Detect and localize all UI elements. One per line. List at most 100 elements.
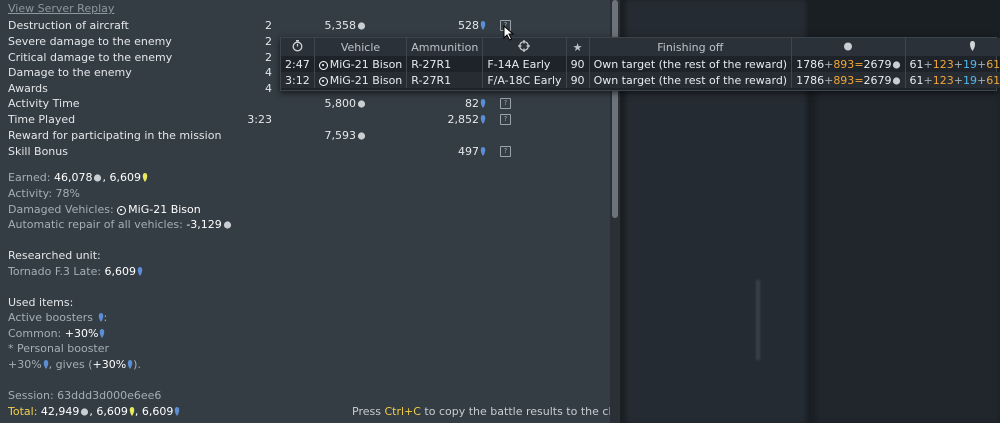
vehicle-cell: MiG-21 Bison bbox=[314, 56, 408, 72]
silver-lion-icon bbox=[357, 22, 366, 30]
reward-rp: 528 bbox=[400, 19, 486, 32]
active-boosters-label: Active boosters bbox=[8, 311, 97, 324]
table-row: 3:12 MiG-21 Bison R-27R1 F/A-18C Early 9… bbox=[281, 72, 1000, 88]
damaged-vehicles-line: Damaged Vehicles: MiG-21 Bison bbox=[8, 203, 201, 218]
scrollbar[interactable] bbox=[612, 0, 618, 218]
reward-rp: 497 bbox=[400, 145, 486, 158]
researched-unit: Tornado F.3 Late: bbox=[8, 265, 105, 278]
used-items-title: Used items: bbox=[8, 296, 74, 309]
personal-value: +30% bbox=[8, 358, 42, 371]
common-booster-line: Common: +30% bbox=[8, 327, 105, 342]
ammo-cell: R-27R1 bbox=[406, 72, 484, 88]
damaged-vehicle: MiG-21 Bison bbox=[128, 203, 201, 216]
reward-silver: 5,358 bbox=[280, 19, 366, 32]
session-id: Session: 63ddd3d000e6ee6 bbox=[8, 389, 162, 402]
reward-label: Skill Bonus bbox=[8, 145, 68, 158]
researched-unit-line: Tornado F.3 Late: 6,609 bbox=[8, 265, 143, 280]
finishing-column-header: Finishing off bbox=[589, 38, 793, 56]
reward-silver: 5,800 bbox=[280, 97, 366, 110]
score-cell: 90 bbox=[566, 56, 590, 72]
view-server-replay-link[interactable]: View Server Replay bbox=[8, 2, 114, 15]
repair-value: -3,129 bbox=[186, 218, 222, 231]
total-rp: 6,609 bbox=[141, 405, 174, 418]
reward-row: Reward for participating in the mission … bbox=[0, 129, 610, 144]
repair-line: Automatic repair of all vehicles: -3,129 bbox=[8, 218, 232, 233]
timer-column-header bbox=[281, 38, 315, 56]
question-mark-icon[interactable]: ? bbox=[500, 114, 511, 125]
reward-label: Destruction of aircraft bbox=[8, 19, 129, 32]
reward-rp: 82 bbox=[400, 97, 486, 110]
target-cell: F-14A Early bbox=[482, 56, 567, 72]
question-mark-icon[interactable]: ? bbox=[500, 98, 511, 109]
reward-label: Awards bbox=[8, 82, 48, 95]
mouse-cursor-icon bbox=[503, 25, 515, 41]
research-point-icon bbox=[970, 40, 976, 51]
activity-line: Activity: 78% bbox=[8, 187, 80, 200]
reward-count: 3:23 bbox=[247, 113, 272, 126]
research-point-icon bbox=[100, 329, 105, 338]
silver-lion-icon bbox=[357, 100, 366, 108]
research-point-icon bbox=[137, 267, 143, 276]
reward-count: 4 bbox=[265, 66, 272, 79]
reward-row: Skill Bonus 497 ? bbox=[0, 145, 610, 160]
personal-booster-title: * Personal booster bbox=[8, 342, 110, 355]
active-boosters-line: Active boosters : bbox=[8, 311, 108, 324]
silver-breakdown-cell: 1786+893=2679 bbox=[791, 72, 906, 88]
target-column-header bbox=[482, 38, 567, 56]
reward-label: Critical damage to the enemy bbox=[8, 51, 173, 64]
reward-label: Time Played bbox=[8, 113, 76, 126]
reward-rp: 2,852 bbox=[400, 113, 486, 126]
target-cell: F/A-18C Early bbox=[482, 72, 567, 88]
reward-row: Time Played 3:23 2,852 ? bbox=[0, 113, 610, 128]
rp-breakdown-cell: 61+123+19+61=264 bbox=[909, 57, 1000, 71]
vehicle-column-header: Vehicle bbox=[314, 38, 408, 56]
personal-booster-line: +30%, gives (+30%). bbox=[8, 358, 141, 373]
research-point-icon bbox=[175, 407, 180, 416]
repair-label: Automatic repair of all vehicles: bbox=[8, 218, 187, 231]
silver-lion-icon bbox=[892, 76, 900, 85]
reward-count: 2 bbox=[265, 35, 272, 48]
rp-breakdown-cell: 61+123+19+61=264 bbox=[905, 72, 1000, 88]
reward-row: Destruction of aircraft 2 5,358 528 ? bbox=[0, 19, 610, 34]
earned-gold: 6,609 bbox=[109, 171, 141, 184]
vehicle-icon bbox=[117, 206, 127, 215]
total-silver: 42,949 bbox=[40, 405, 80, 418]
total-label: Total: bbox=[8, 405, 41, 418]
vehicle-icon bbox=[318, 60, 328, 70]
reward-label: Reward for participating in the mission bbox=[8, 129, 222, 142]
ammunition-column-header: Ammunition bbox=[406, 38, 484, 56]
earned-label: Earned: bbox=[8, 171, 54, 184]
award-details-tooltip: Vehicle Ammunition ★ Finishing off 2:47 … bbox=[280, 37, 1000, 91]
reward-count: 2 bbox=[265, 19, 272, 32]
reward-label: Activity Time bbox=[8, 97, 80, 110]
vehicle-icon bbox=[318, 76, 328, 86]
reward-count: 4 bbox=[265, 82, 272, 95]
reward-row: Activity Time 5,800 82 ? bbox=[0, 97, 610, 112]
golden-eagle-icon bbox=[142, 173, 148, 182]
damaged-label: Damaged Vehicles: bbox=[8, 203, 118, 216]
researched-value: 6,609 bbox=[104, 265, 137, 278]
silver-lion-icon bbox=[357, 132, 366, 140]
earned-silver: 46,078 bbox=[53, 171, 93, 184]
score-column-header: ★ bbox=[566, 38, 590, 56]
total-gold: 6,609 bbox=[96, 405, 128, 418]
silver-breakdown-cell: 1786+893=2679 bbox=[791, 56, 906, 72]
timer-icon bbox=[292, 39, 303, 51]
table-header: Vehicle Ammunition ★ Finishing off bbox=[281, 38, 1000, 56]
gives-value: +30% bbox=[92, 358, 127, 371]
kill-time: 2:47 bbox=[281, 56, 315, 72]
score-cell: 90 bbox=[566, 72, 590, 88]
gives-label: , gives ( bbox=[48, 358, 93, 371]
reward-label: Damage to the enemy bbox=[8, 66, 132, 79]
clipboard-hint: Press Ctrl+C to copy the battle results … bbox=[352, 405, 653, 418]
silver-column-header bbox=[791, 38, 906, 56]
ammo-cell: R-27R1 bbox=[406, 56, 484, 72]
common-label: Common: bbox=[8, 327, 65, 340]
question-mark-icon[interactable]: ? bbox=[500, 146, 511, 157]
crosshair-icon bbox=[518, 39, 531, 52]
silver-lion-icon bbox=[223, 221, 231, 229]
finishing-cell: Own target (the rest of the reward) bbox=[589, 72, 793, 88]
vehicle-cell: MiG-21 Bison bbox=[314, 72, 408, 88]
research-point-icon bbox=[480, 21, 486, 30]
research-point-icon bbox=[480, 115, 486, 124]
